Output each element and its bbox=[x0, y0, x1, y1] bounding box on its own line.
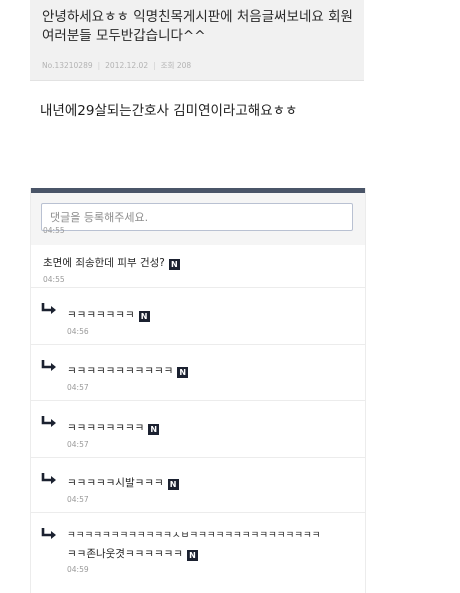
comment-time: 04:57 bbox=[67, 383, 89, 392]
comment-text: ㅋㅋㅋㅋㅋㅋㅋㅋㅋㅋㅋㅋㅅㅂㅋㅋㅋㅋㅋㅋㅋㅋㅋㅋㅋㅋㅋㅋㅋ bbox=[67, 530, 321, 541]
reply-item: ㅋㅋㅋㅋㅋㅋㅋㅋㅋㅋㅋ N 04:57 bbox=[31, 345, 365, 401]
post-views: 조회 208 bbox=[160, 61, 192, 70]
new-badge: N bbox=[168, 259, 180, 270]
comment-time: 04:57 bbox=[67, 440, 89, 449]
comment-text-content: ㅋㅋㅋㅋㅋㅋㅋ bbox=[67, 309, 135, 321]
reply-item: ㅋㅋㅋㅋㅋㅋㅋ N 04:56 bbox=[31, 288, 365, 345]
post-header: 안녕하세요ㅎㅎ 익명친목게시판에 처음글써보네요 회원여러분들 모두반갑습니다^… bbox=[30, 0, 364, 81]
comment-text: ㅋㅋ존나웃겻ㅋㅋㅋㅋㅋㅋ N bbox=[67, 546, 198, 561]
comment-panel: 04:55 초면에 죄송한데 피부 건성?N 04:55 ㅋㅋㅋㅋㅋㅋㅋN 04… bbox=[30, 188, 366, 593]
meta-divider: | bbox=[97, 61, 101, 70]
new-badge: N bbox=[167, 479, 179, 490]
post-date: 2012.12.02 bbox=[105, 61, 149, 70]
reply-item: ㅋㅋㅋㅋㅋㅋㅋㅋ N 04:57 bbox=[31, 401, 365, 458]
comment-text-content: ㅋㅋ존나웃겻ㅋㅋㅋㅋㅋㅋ bbox=[67, 548, 183, 560]
comment-time: 04:55 bbox=[43, 275, 65, 284]
comment-input[interactable] bbox=[41, 203, 353, 231]
comment-item: 초면에 죄송한데 피부 건성? N 04:55 bbox=[31, 235, 365, 288]
comment-time: 04:56 bbox=[67, 327, 89, 336]
new-badge: N bbox=[138, 311, 150, 322]
comment-text-content: 초면에 죄송한데 피부 건성? bbox=[43, 257, 165, 269]
comment-text-content: ㅋㅋㅋㅋㅋㅋㅋㅋ bbox=[67, 422, 145, 434]
post-meta: No.13210289 | 2012.12.02 | 조회 208 bbox=[42, 60, 191, 71]
comment-list: 04:55 초면에 죄송한데 피부 건성? N 04:55 ㅋㅋㅋㅋㅋㅋㅋ N 04… bbox=[31, 226, 365, 574]
reply-arrow-icon bbox=[41, 416, 56, 427]
comment-text: ㅋㅋㅋㅋㅋㅋㅋㅋㅋㅋㅋ N bbox=[67, 363, 189, 378]
comment-text: ㅋㅋㅋㅋㅋㅋㅋㅋ N bbox=[67, 420, 160, 435]
comment-text-content: ㅋㅋㅋㅋㅋㅋㅋㅋㅋㅋㅋ bbox=[67, 365, 174, 377]
reply-arrow-icon bbox=[41, 303, 56, 314]
reply-item: ㅋㅋㅋㅋㅋ시발ㅋㅋㅋ N 04:57 bbox=[31, 458, 365, 513]
new-badge: N bbox=[148, 424, 160, 435]
comment-text: ㅋㅋㅋㅋㅋ시발ㅋㅋㅋ N bbox=[67, 475, 179, 490]
new-badge: N bbox=[177, 367, 189, 378]
reply-item: ㅋㅋㅋㅋㅋㅋㅋㅋㅋㅋㅋㅋㅅㅂㅋㅋㅋㅋㅋㅋㅋㅋㅋㅋㅋㅋㅋㅋㅋ ㅋㅋ존나웃겻ㅋㅋㅋㅋ… bbox=[31, 513, 365, 574]
post-body: 내년에29살되는간호사 김미연이라고해요ㅎㅎ bbox=[40, 103, 298, 119]
meta-divider: | bbox=[153, 61, 156, 70]
comment-text-content: ㅋㅋㅋㅋㅋ시발ㅋㅋㅋ bbox=[67, 477, 164, 489]
post-title: 안녕하세요ㅎㅎ 익명친목게시판에 처음글써보네요 회원여러분들 모두반갑습니다^… bbox=[42, 9, 353, 44]
reply-arrow-icon bbox=[41, 528, 56, 539]
reply-arrow-icon bbox=[41, 360, 56, 371]
reply-arrow-icon bbox=[41, 473, 56, 484]
page: 안녕하세요ㅎㅎ 익명친목게시판에 처음글써보네요 회원여러분들 모두반갑습니다^… bbox=[0, 0, 460, 593]
comment-text: ㅋㅋㅋㅋㅋㅋㅋ N bbox=[67, 307, 150, 322]
comment-time: 04:59 bbox=[67, 565, 89, 574]
post-number: No.13210289 bbox=[42, 61, 93, 70]
comment-time: 04:57 bbox=[67, 495, 89, 504]
new-badge: N bbox=[186, 550, 198, 561]
comment-time: 04:55 bbox=[43, 226, 65, 235]
comment-text: 초면에 죄송한데 피부 건성? N bbox=[43, 255, 180, 270]
